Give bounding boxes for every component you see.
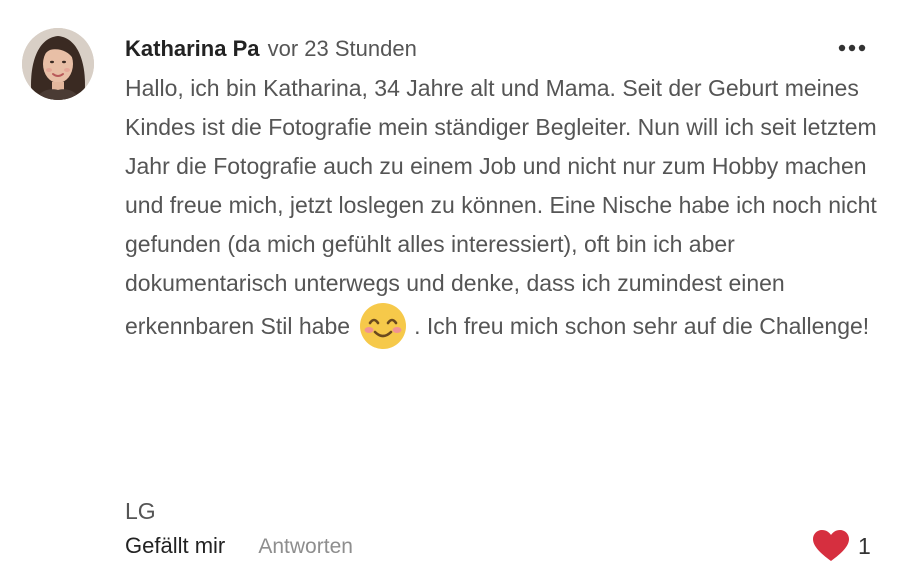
heart-icon[interactable]: [812, 529, 850, 563]
comment-actions: Gefällt mir Antworten: [125, 532, 353, 561]
comment-body: Hallo, ich bin Katharina, 34 Jahre alt u…: [125, 69, 885, 353]
avatar-image: [22, 28, 94, 100]
more-options-button[interactable]: [836, 38, 868, 58]
reactions: 1: [812, 529, 871, 563]
comment-card: Katharina Pa vor 23 Stunden Hallo, ich b…: [0, 0, 898, 584]
comment-text-after-emoji: . Ich freu mich schon sehr auf die Chall…: [414, 313, 870, 340]
author-name[interactable]: Katharina Pa: [125, 36, 260, 61]
reply-button[interactable]: Antworten: [258, 535, 353, 558]
like-button[interactable]: Gefällt mir: [125, 533, 225, 558]
comment-header: Katharina Pa vor 23 Stunden: [125, 35, 417, 63]
comment-paragraph: Hallo, ich bin Katharina, 34 Jahre alt u…: [125, 69, 885, 353]
smiling-face-icon: [358, 301, 408, 351]
avatar[interactable]: [22, 28, 94, 100]
comment-signoff: LG: [125, 498, 156, 524]
more-horizontal-icon: [838, 44, 866, 52]
comment-timestamp: vor 23 Stunden: [267, 36, 417, 61]
like-count: 1: [858, 532, 871, 559]
comment-text-before-emoji: Hallo, ich bin Katharina, 34 Jahre alt u…: [125, 75, 877, 340]
